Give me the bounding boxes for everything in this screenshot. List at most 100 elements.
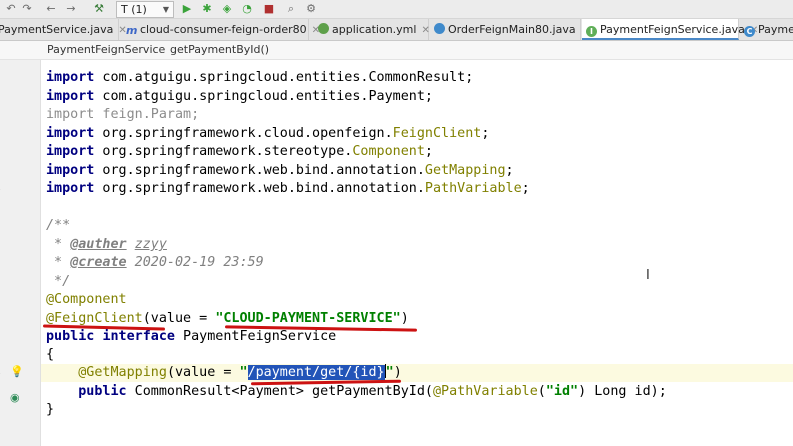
doc-comment: * @auther zzyy (46, 236, 167, 254)
back-icon[interactable]: ← (44, 1, 58, 17)
doc-tag: @auther (70, 237, 127, 252)
redo-icon[interactable]: ↷ (20, 1, 34, 17)
paren: ( (537, 384, 546, 399)
run-icon[interactable]: ▶ (180, 1, 194, 17)
undo-icon[interactable]: ↶ (4, 1, 18, 17)
forward-icon[interactable]: → (64, 1, 78, 17)
import-path: com.atguigu.springcloud.entities.Payment… (94, 89, 433, 104)
annotation-get-mapping: @GetMapping(value = "/payment/get/{id}") (46, 364, 402, 382)
implementation-marker-icon[interactable]: ◉ (10, 391, 22, 404)
tab-order-feign-main80[interactable]: OrderFeignMain80.java✕ (430, 19, 589, 40)
tab-label: Payme (758, 23, 793, 36)
line-number: 8 (0, 71, 1, 84)
line-number: 3 (0, 164, 1, 177)
doc-comment-open: /** (46, 218, 71, 233)
editor-tabs: PaymentService.java ✕ m cloud-consumer-fei… (0, 19, 793, 41)
string-literal: "id" (545, 384, 579, 399)
line-number: 2 (0, 145, 1, 158)
close-icon[interactable]: ✕ (421, 25, 429, 36)
chevron-down-icon: ▼ (162, 5, 169, 14)
lightbulb-icon[interactable]: 💡 (10, 365, 24, 378)
method-signature: CommonResult<Payment> getPaymentById( (126, 384, 433, 399)
maven-icon: m (126, 24, 138, 37)
doc-tag-value: zzyy (134, 237, 167, 252)
java-class-icon: C (744, 26, 755, 37)
string-quote: " (239, 365, 248, 380)
tab-label: PaymentFeignService.java (600, 23, 745, 36)
paren: ) (400, 311, 409, 326)
tab-payment-feign-service[interactable]: IPaymentFeignService.java✕ (582, 19, 758, 40)
java-interface-icon: I (586, 26, 597, 37)
build-hammer-icon[interactable]: ⚒ (92, 1, 106, 17)
line-number: 4 (0, 366, 1, 379)
breadcrumb-separator: › (158, 43, 163, 56)
doc-comment: */ (46, 273, 70, 291)
line-number: 9 (0, 90, 1, 103)
breadcrumb-file[interactable]: PaymentFeignService (47, 41, 165, 59)
keyword: import (46, 144, 95, 159)
line-number: 7 (0, 238, 1, 251)
keyword: interface (102, 329, 175, 344)
line-number: 4 (0, 182, 1, 195)
line-number: 0 (0, 108, 1, 121)
keyword: import (46, 126, 95, 141)
code-line: import com.atguigu.springcloud.entities.… (46, 88, 433, 106)
line-number: 2 (0, 330, 1, 343)
method-declaration: public CommonResult<Payment> getPaymentB… (46, 383, 667, 401)
yaml-icon (318, 23, 329, 34)
line-number: 6 (0, 219, 1, 232)
keyword: public (78, 384, 127, 399)
code-line: import org.springframework.web.bind.anno… (46, 181, 530, 196)
tab-label: PaymentService.java (0, 23, 114, 36)
run-config-select[interactable]: T (1) ▼ (116, 1, 174, 18)
annotation: @GetMapping (78, 365, 167, 380)
selected-text[interactable]: /payment/get/{id} (247, 365, 385, 380)
mouse-cursor-ibeam: I (646, 268, 650, 283)
breadcrumb: PaymentFeignService › getPaymentById() (0, 41, 793, 60)
annotation-args: (value = (166, 365, 240, 380)
method-params: ) Long id); (578, 384, 667, 399)
keyword: import (46, 181, 95, 196)
breadcrumb-method[interactable]: getPaymentById() (170, 41, 269, 59)
annotation: @PathVariable (432, 384, 538, 399)
import-path: org.springframework.cloud.openfeign. (94, 126, 393, 141)
line-number: 0 (0, 293, 1, 306)
doc-comment-close: */ (46, 274, 71, 289)
import-path: org.springframework.stereotype. (94, 144, 353, 159)
import-class: GetMapping (424, 163, 506, 178)
profile-icon[interactable]: ◔ (240, 1, 254, 17)
tab-label: application.yml (332, 23, 417, 36)
code-line: { (46, 346, 54, 364)
settings-icon[interactable]: ⚙ (304, 1, 318, 17)
debug-icon[interactable]: ✱ (200, 1, 214, 17)
code-line: import org.springframework.web.bind.anno… (46, 163, 514, 178)
line-number: 1 (0, 312, 1, 325)
code-editor[interactable]: import com.atguigu.springcloud.entities.… (41, 60, 793, 446)
coverage-icon[interactable]: ◈ (220, 1, 234, 17)
find-icon[interactable]: ⌕ (284, 1, 298, 17)
annotation: @Component (46, 292, 127, 307)
paren: ) (393, 365, 402, 380)
keyword: import (46, 163, 95, 178)
tab-payment-service[interactable]: PaymentService.java ✕ (0, 19, 127, 40)
stop-icon[interactable]: ■ (262, 1, 276, 17)
keyword: import (46, 89, 95, 104)
line-number: 3 (0, 348, 1, 361)
interface-name: PaymentFeignService (175, 329, 337, 344)
annotation: @FeignClient (46, 311, 143, 326)
java-class-icon (434, 23, 445, 34)
code-line: import org.springframework.cloud.openfei… (46, 126, 490, 141)
main-toolbar: ↶ ↷ ← → ⚒ T (1) ▼ ▶ ✱ ◈ ◔ ■ ⌕ ⚙ (0, 0, 793, 19)
doc-comment: /** (46, 217, 70, 235)
run-config-label: T (1) (121, 3, 147, 16)
tab-application-yml[interactable]: application.yml ✕ (314, 19, 430, 40)
code-line-unused-import: import feign.Param; (46, 106, 199, 124)
line-number: 6 (0, 403, 1, 416)
tab-payme[interactable]: C Payme (740, 19, 793, 40)
tab-label: OrderFeignMain80.java (448, 23, 576, 36)
tab-cloud-consumer-feign-order80[interactable]: m cloud-consumer-feign-order80 ✕ (122, 19, 320, 40)
annotation-args: (value = (142, 311, 216, 326)
